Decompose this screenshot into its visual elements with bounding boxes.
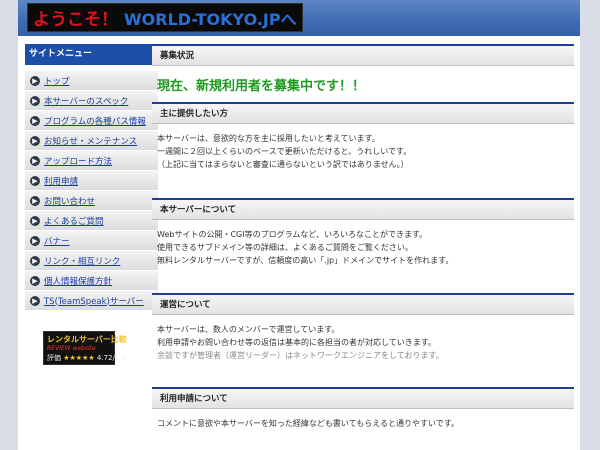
sidebar-item-label[interactable]: トップ xyxy=(44,75,70,87)
arrow-right-icon: ▶ xyxy=(30,155,40,166)
arrow-right-icon: ▶ xyxy=(30,215,40,226)
text-line: 無料レンタルサーバーですが、信頼度の高い「.jp」ドメインでサイトを作れます。 xyxy=(157,256,454,265)
section-heading-apply: 利用申請について xyxy=(152,387,574,409)
apply-description: コメントに意欲や本サーバーを知った経緯なども書いてもらえると通りやすいです。 xyxy=(152,409,574,430)
sidebar-item-label[interactable]: お知らせ・メンテナンス xyxy=(44,135,137,147)
sidebar-item-top[interactable]: ▶ トップ xyxy=(25,70,158,90)
logo-welcome-text: ようこそ！ xyxy=(33,10,118,30)
page-container: サイトメニュー ▶ トップ ▶ 本サーバーのスペック ▶ プログラムの各種パス情報 ▶… xyxy=(18,36,580,450)
logo-domain-text: WORLD-TOKYO.JPへ xyxy=(124,9,297,29)
sidebar-item-spec[interactable]: ▶ 本サーバーのスペック xyxy=(25,90,158,110)
text-line: 余談ですが管理者（運営リーダー）はネットワークエンジニアをしております。 xyxy=(157,351,444,360)
arrow-right-icon: ▶ xyxy=(30,235,40,246)
sidebar-item-apply[interactable]: ▶ 利用申請 xyxy=(25,170,158,190)
recruit-message: 現在、新規利用者を募集中です！！ xyxy=(157,79,366,94)
sidebar-item-contact[interactable]: ▶ お問い合わせ xyxy=(25,190,158,210)
arrow-right-icon: ▶ xyxy=(30,195,40,206)
text-line: 利用申請やお問い合わせ等の返信は基本的に各担当の者が対応していきます。 xyxy=(157,338,436,347)
section-heading-about: 本サーバーについて xyxy=(152,198,574,220)
sidebar-item-label[interactable]: アップロード方法 xyxy=(44,155,112,167)
text-line: （上記に当てはまらないと審査に通らないという訳ではありません。） xyxy=(157,160,409,169)
arrow-right-icon: ▶ xyxy=(30,175,40,186)
sidebar-item-links[interactable]: ▶ リンク・相互リンク xyxy=(25,250,158,270)
arrow-right-icon: ▶ xyxy=(30,255,40,266)
rating-value: 4.72 xyxy=(96,354,113,362)
section-heading-target: 主に提供したい方 xyxy=(152,102,574,124)
sidebar-item-privacy[interactable]: ▶ 個人情報保護方針 xyxy=(25,270,158,290)
sidebar-item-label[interactable]: TS(TeamSpeak)サーバー xyxy=(44,295,144,307)
text-line: 使用できるサブドメイン等の詳細は、よくあるご質問をご覧ください。 xyxy=(157,243,413,252)
sidebar-item-label[interactable]: 利用申請 xyxy=(44,175,78,187)
arrow-right-icon: ▶ xyxy=(30,135,40,146)
sidebar-item-banner[interactable]: ▶ バナー xyxy=(25,230,158,250)
text-line: 本サーバーは、数人のメンバーで運営しています。 xyxy=(157,325,340,334)
sidebar-item-upload[interactable]: ▶ アップロード方法 xyxy=(25,150,158,170)
arrow-right-icon: ▶ xyxy=(30,95,40,106)
sidebar: サイトメニュー ▶ トップ ▶ 本サーバーのスペック ▶ プログラムの各種パス情報 ▶… xyxy=(25,44,158,310)
sidebar-title: サイトメニュー xyxy=(25,44,158,65)
sidebar-item-label[interactable]: よくあるご質問 xyxy=(44,215,104,227)
operation-description: 本サーバーは、数人のメンバーで運営しています。 利用申請やお問い合わせ等の返信は… xyxy=(152,315,574,387)
review-banner-subtitle: REVIEW website xyxy=(47,345,96,352)
sidebar-item-teamspeak[interactable]: ▶ TS(TeamSpeak)サーバー xyxy=(25,290,158,310)
text-line: Webサイトの公開・CGI等のプログラムなど、いろいろなことができます。 xyxy=(157,230,428,239)
sidebar-item-label[interactable]: プログラムの各種パス情報 xyxy=(44,115,146,127)
target-description: 本サーバーは、意欲的な方を主に採用したいと考えています。 一週間に２回以上くらい… xyxy=(152,124,574,198)
text-line: 本サーバーは、意欲的な方を主に採用したいと考えています。 xyxy=(157,134,380,143)
text-line: 一週間に２回以上くらいのペースで更新いただけると、うれしいです。 xyxy=(157,147,412,156)
arrow-right-icon: ▶ xyxy=(30,275,40,286)
review-banner-rating: 評価 ★★★★★ 4.72/5.0 xyxy=(47,354,126,362)
rating-max: 5.0 xyxy=(114,354,126,362)
sidebar-item-paths[interactable]: ▶ プログラムの各種パス情報 xyxy=(25,110,158,130)
sidebar-item-label[interactable]: お問い合わせ xyxy=(44,195,95,207)
arrow-right-icon: ▶ xyxy=(30,115,40,126)
arrow-right-icon: ▶ xyxy=(30,295,40,306)
sidebar-item-faq[interactable]: ▶ よくあるご質問 xyxy=(25,210,158,230)
arrow-right-icon: ▶ xyxy=(30,75,40,86)
section-heading-status: 募集状況 xyxy=(152,44,574,66)
sidebar-item-news[interactable]: ▶ お知らせ・メンテナンス xyxy=(25,130,158,150)
sidebar-item-label[interactable]: リンク・相互リンク xyxy=(44,255,120,267)
site-logo[interactable]: ようこそ！ WORLD-TOKYO.JPへ xyxy=(27,3,303,32)
sidebar-item-label[interactable]: 個人情報保護方針 xyxy=(44,275,112,287)
about-description: Webサイトの公開・CGI等のプログラムなど、いろいろなことができます。 使用で… xyxy=(152,220,574,293)
review-banner-title: レンタルサーバー比較 xyxy=(47,335,127,344)
section-heading-operation: 運営について xyxy=(152,293,574,315)
review-banner[interactable]: レンタルサーバー比較 REVIEW website 評価 ★★★★★ 4.72/… xyxy=(43,331,127,365)
rating-stars-icon: ★★★★★ xyxy=(63,354,95,362)
rating-label: 評価 xyxy=(47,354,61,362)
sidebar-item-label[interactable]: バナー xyxy=(44,235,70,247)
main-content: 募集状況 現在、新規利用者を募集中です！！ 主に提供したい方 本サーバーは、意欲… xyxy=(152,44,574,430)
site-header: ようこそ！ WORLD-TOKYO.JPへ xyxy=(18,0,580,36)
sidebar-item-label[interactable]: 本サーバーのスペック xyxy=(44,95,128,107)
text-line: コメントに意欲や本サーバーを知った経緯なども書いてもらえると通りやすいです。 xyxy=(157,419,459,428)
